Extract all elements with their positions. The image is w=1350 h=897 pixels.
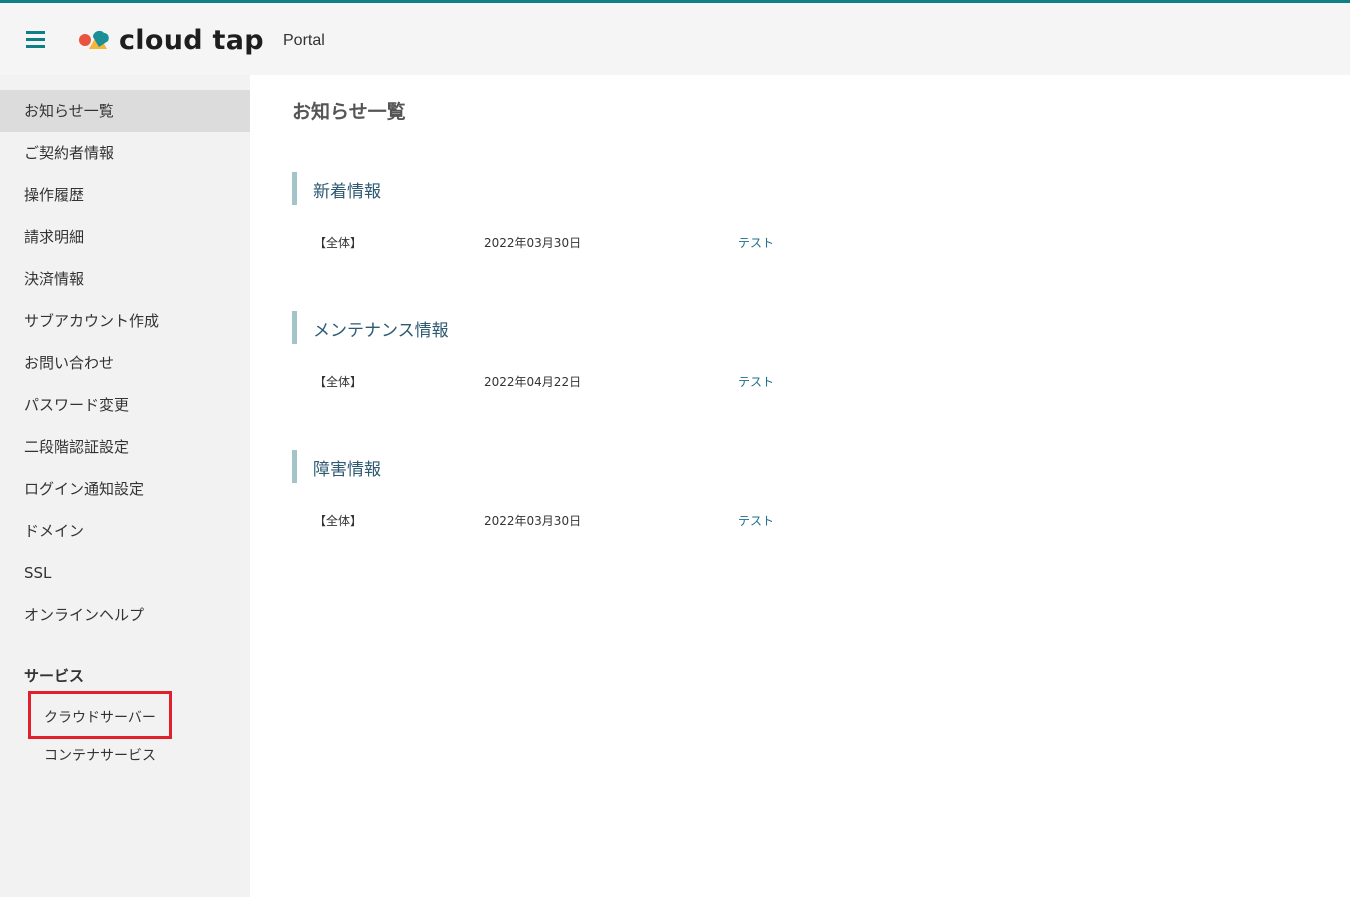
section-heading-text: 障害情報 [313, 460, 381, 480]
notice-section-maintenance: メンテナンス情報 【全体】 2022年04月22日 テスト [292, 311, 1192, 389]
sidebar-item-billing-details[interactable]: 請求明細 [0, 216, 250, 258]
sidebar-nav: お知らせ一覧 ご契約者情報 操作履歴 請求明細 決済情報 サブアカウント作成 お… [0, 90, 250, 636]
section-accent-bar [292, 450, 297, 483]
section-accent-bar [292, 172, 297, 205]
sidebar-item-login-notification[interactable]: ログイン通知設定 [0, 468, 250, 510]
sidebar-item-contractor-info[interactable]: ご契約者情報 [0, 132, 250, 174]
sidebar-item-notices[interactable]: お知らせ一覧 [0, 90, 250, 132]
sidebar-item-payment-info[interactable]: 決済情報 [0, 258, 250, 300]
sidebar-item-operation-history[interactable]: 操作履歴 [0, 174, 250, 216]
section-heading-text: 新着情報 [313, 182, 381, 202]
sidebar-item-cloud-server[interactable]: クラウドサーバー [44, 707, 156, 727]
notice-date: 2022年03月30日 [484, 514, 582, 528]
notice-date: 2022年04月22日 [484, 375, 582, 389]
notice-link[interactable]: テスト [738, 373, 774, 390]
section-heading-text: メンテナンス情報 [313, 321, 449, 341]
portal-label: Portal [283, 32, 325, 49]
page-title: お知らせ一覧 [292, 101, 406, 123]
notice-category: 【全体】 [314, 514, 363, 528]
notice-row: 【全体】 2022年03月30日 テスト [292, 234, 1192, 252]
section-accent-bar [292, 311, 297, 344]
hamburger-icon[interactable] [26, 29, 45, 49]
sidebar-item-two-factor-auth[interactable]: 二段階認証設定 [0, 426, 250, 468]
notice-link[interactable]: テスト [738, 234, 774, 251]
notice-link[interactable]: テスト [738, 512, 774, 529]
sidebar: お知らせ一覧 ご契約者情報 操作履歴 請求明細 決済情報 サブアカウント作成 お… [0, 75, 250, 897]
sidebar-item-container-service[interactable]: コンテナサービス [44, 745, 156, 765]
main-content: お知らせ一覧 新着情報 【全体】 2022年03月30日 テスト メンテナンス情… [250, 75, 1350, 897]
sidebar-item-ssl[interactable]: SSL [0, 552, 250, 594]
sidebar-item-create-subaccount[interactable]: サブアカウント作成 [0, 300, 250, 342]
sidebar-item-online-help[interactable]: オンラインヘルプ [0, 594, 250, 636]
section-heading: 障害情報 [292, 450, 1192, 483]
sidebar-item-domain[interactable]: ドメイン [0, 510, 250, 552]
notice-section-incident: 障害情報 【全体】 2022年03月30日 テスト [292, 450, 1192, 528]
cloud-tap-logo-icon [79, 30, 109, 49]
services-section-title: サービス [24, 667, 85, 685]
notice-section-new: 新着情報 【全体】 2022年03月30日 テスト [292, 172, 1192, 250]
notice-row: 【全体】 2022年04月22日 テスト [292, 373, 1192, 391]
notice-date: 2022年03月30日 [484, 236, 582, 250]
notice-row: 【全体】 2022年03月30日 テスト [292, 512, 1192, 530]
header: cloud tap Portal [0, 3, 1350, 75]
notice-category: 【全体】 [314, 236, 363, 250]
brand-logo[interactable]: cloud tap [77, 23, 264, 57]
sidebar-item-contact[interactable]: お問い合わせ [0, 342, 250, 384]
brand-name: cloud tap [119, 24, 264, 56]
section-heading: メンテナンス情報 [292, 311, 1192, 344]
sidebar-item-change-password[interactable]: パスワード変更 [0, 384, 250, 426]
section-heading: 新着情報 [292, 172, 1192, 205]
notice-category: 【全体】 [314, 375, 363, 389]
